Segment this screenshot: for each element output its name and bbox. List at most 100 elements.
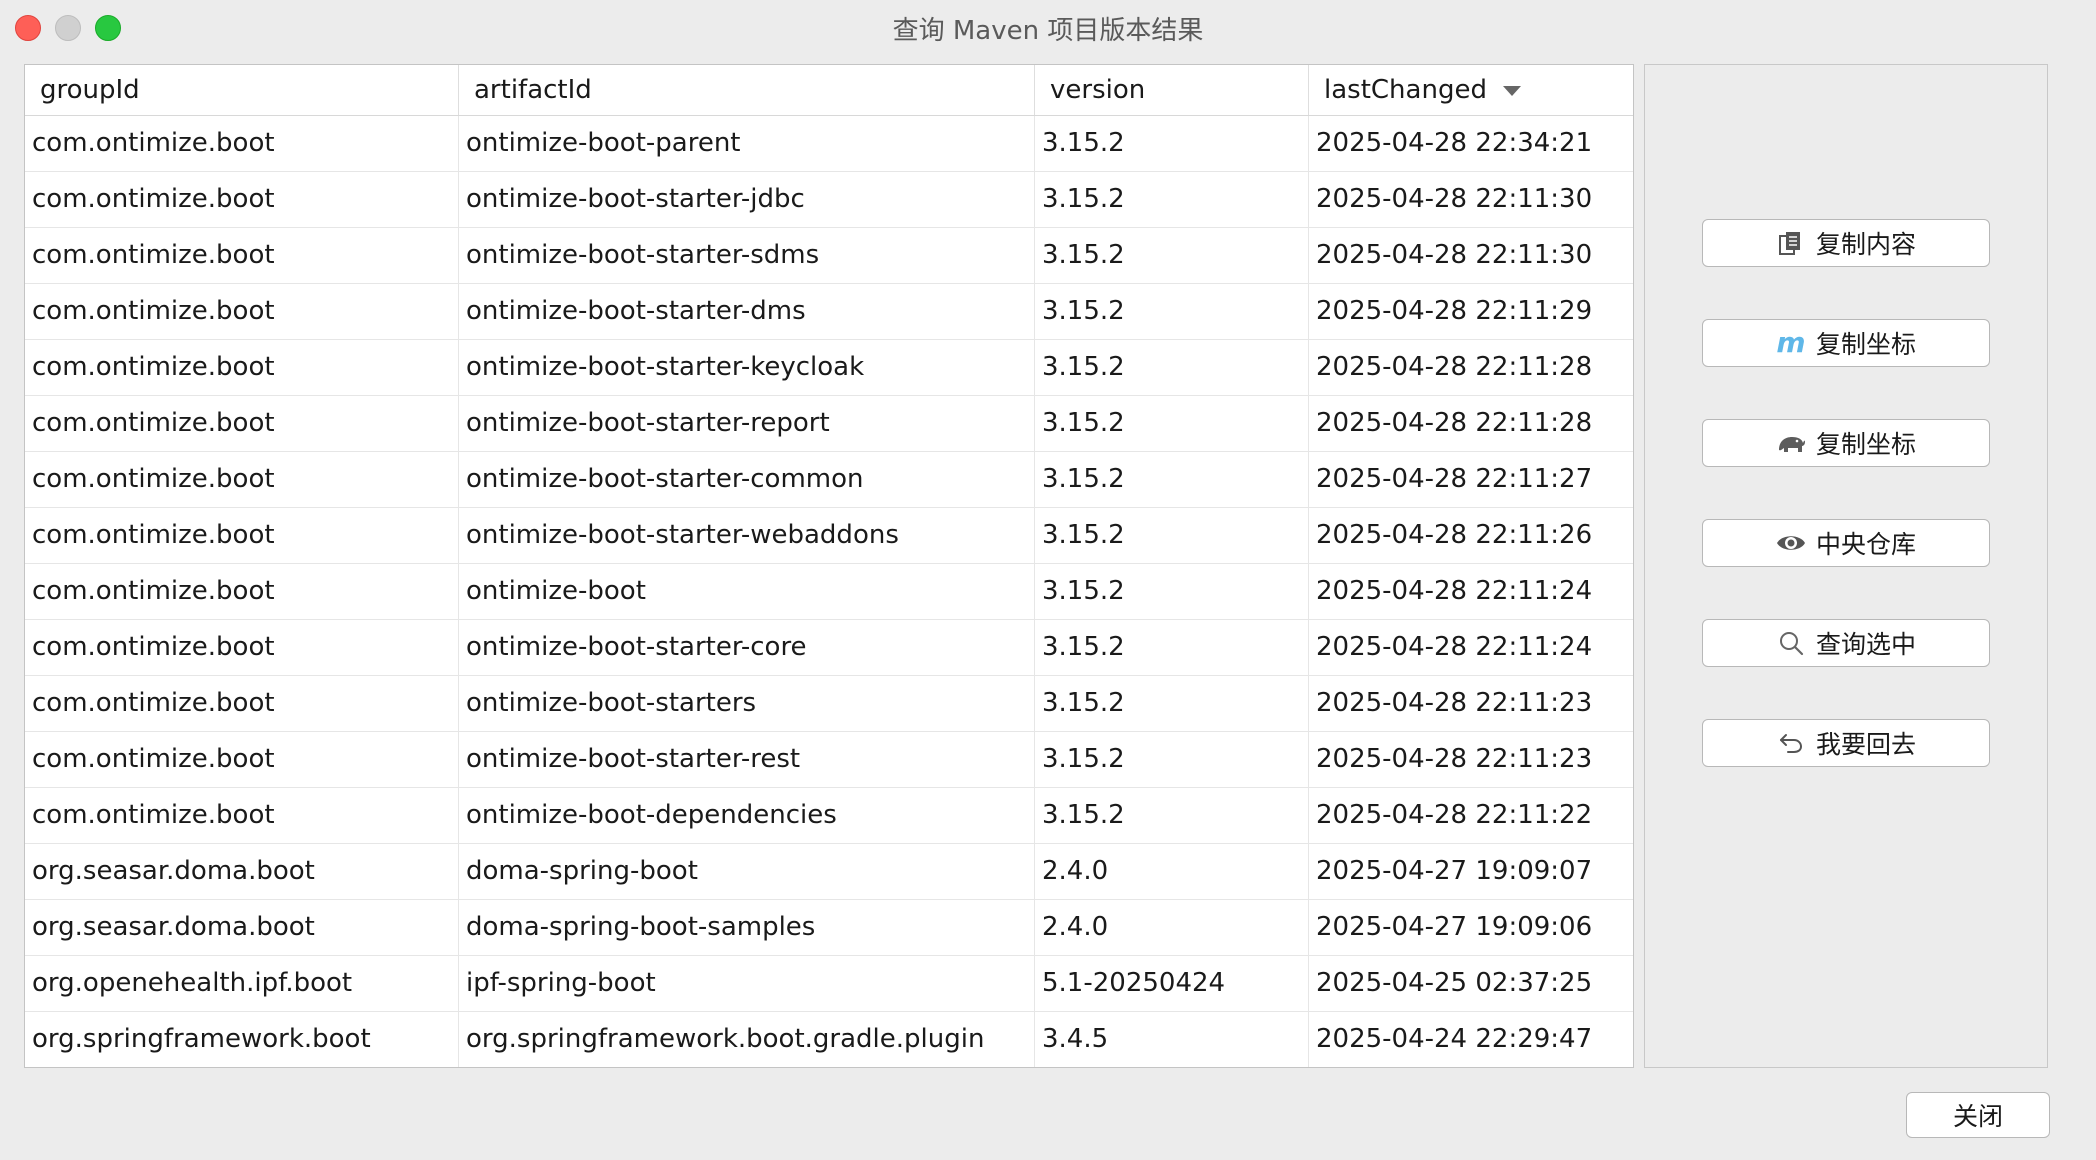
cell-artifactid: ontimize-boot-starter-common [459,452,1035,507]
table-row[interactable]: com.ontimize.boot ontimize-boot-starter-r… [25,396,1633,452]
cell-groupid: com.ontimize.boot [25,396,459,451]
cell-artifactid: ontimize-boot-starter-webaddons [459,508,1035,563]
table-row[interactable]: org.seasar.doma.boot doma-spring-boot 2.4.… [25,844,1633,900]
column-header-label: groupId [40,75,140,105]
cell-version: 3.4.5 [1035,1012,1309,1067]
table-row[interactable]: org.springframework.boot org.springframew… [25,1012,1633,1067]
button-label: 复制内容 [1815,230,1916,259]
column-header-label: version [1050,75,1146,105]
cell-lastchanged: 2025-04-28 22:11:23 [1316,744,1593,774]
cell-lastchanged: 2025-04-24 22:29:47 [1316,1024,1593,1054]
copy-content-button[interactable]: 复制内容 [1702,219,1990,267]
button-label: 复制坐标 [1815,430,1916,459]
maven-m-icon: m [1776,328,1806,358]
cell-groupid: com.ontimize.boot [25,340,459,395]
cell-version: 3.15.2 [1035,396,1309,451]
cell-artifactid: ontimize-boot-starter-jdbc [459,172,1035,227]
cell-groupid: com.ontimize.boot [25,732,459,787]
cell-artifactid: ontimize-boot-starter-sdms [459,228,1035,283]
cell-version: 2.4.0 [1035,900,1309,955]
copy-maven-coordinates-button[interactable]: m 复制坐标 [1702,319,1990,367]
search-icon [1776,628,1806,658]
cell-lastchanged: 2025-04-28 22:11:27 [1316,464,1593,494]
cell-lastchanged: 2025-04-28 22:11:23 [1316,688,1593,718]
search-selected-button[interactable]: 查询选中 [1702,619,1990,667]
cell-version: 3.15.2 [1035,676,1309,731]
cell-artifactid: doma-spring-boot-samples [459,900,1035,955]
table-row[interactable]: com.ontimize.boot ontimize-boot-starter-c… [25,452,1633,508]
cell-groupid: com.ontimize.boot [25,284,459,339]
gradle-elephant-icon [1776,428,1806,458]
cell-version: 3.15.2 [1035,620,1309,675]
cell-version: 3.15.2 [1035,340,1309,395]
cell-lastchanged: 2025-04-28 22:11:28 [1316,352,1593,382]
sort-descending-icon [1502,85,1521,96]
cell-version: 3.15.2 [1035,788,1309,843]
table-row[interactable]: com.ontimize.boot ontimize-boot-starter-j… [25,172,1633,228]
table-body: com.ontimize.boot ontimize-boot-parent 3.1… [25,116,1633,1067]
cell-lastchanged: 2025-04-27 19:09:07 [1316,856,1593,886]
table-row[interactable]: com.ontimize.boot ontimize-boot-starter-k… [25,340,1633,396]
cell-artifactid: ontimize-boot-starter-keycloak [459,340,1035,395]
cell-groupid: org.openehealth.ipf.boot [25,956,459,1011]
column-header-groupid[interactable]: groupId [25,65,459,115]
table-row[interactable]: com.ontimize.boot ontimize-boot-starter-d… [25,284,1633,340]
copy-icon [1776,228,1806,258]
cell-lastchanged: 2025-04-28 22:11:30 [1316,240,1593,270]
table-row[interactable]: org.openehealth.ipf.boot ipf-spring-boot 5… [25,956,1633,1012]
column-header-artifactid[interactable]: artifactId [459,65,1035,115]
cell-artifactid: ontimize-boot-dependencies [459,788,1035,843]
cell-groupid: org.seasar.doma.boot [25,900,459,955]
cell-groupid: com.ontimize.boot [25,564,459,619]
table-row[interactable]: com.ontimize.boot ontimize-boot-parent 3.1… [25,116,1633,172]
cell-groupid: com.ontimize.boot [25,228,459,283]
cell-version: 3.15.2 [1035,116,1309,171]
table-row[interactable]: com.ontimize.boot ontimize-boot-starter-w… [25,508,1633,564]
cell-lastchanged: 2025-04-28 22:11:24 [1316,632,1593,662]
eye-icon [1776,528,1806,558]
close-button[interactable]: 关闭 [1906,1092,2050,1138]
cell-version: 3.15.2 [1035,452,1309,507]
cell-groupid: com.ontimize.boot [25,508,459,563]
cell-artifactid: ontimize-boot-parent [459,116,1035,171]
cell-lastchanged: 2025-04-28 22:34:21 [1316,128,1593,158]
column-header-version[interactable]: version [1035,65,1309,115]
cell-artifactid: ontimize-boot-starter-dms [459,284,1035,339]
cell-lastchanged: 2025-04-27 19:09:06 [1316,912,1593,942]
cell-version: 3.15.2 [1035,228,1309,283]
table-row[interactable]: org.seasar.doma.boot doma-spring-boot-sam… [25,900,1633,956]
column-header-label: lastChanged [1324,75,1487,105]
copy-gradle-coordinates-button[interactable]: 复制坐标 [1702,419,1990,467]
go-back-button[interactable]: 我要回去 [1702,719,1990,767]
cell-artifactid: ontimize-boot-starter-report [459,396,1035,451]
table-header: groupId artifactId version lastChanged [25,65,1633,116]
cell-groupid: org.seasar.doma.boot [25,844,459,899]
button-label: 查询选中 [1815,630,1916,659]
cell-version: 5.1-20250424 [1035,956,1309,1011]
cell-artifactid: ontimize-boot-starter-core [459,620,1035,675]
action-panel: 复制内容 m 复制坐标 复制坐标 中央仓库 查询选中 我要回去 [1644,64,2048,1068]
cell-artifactid: ipf-spring-boot [459,956,1035,1011]
window-title: 查询 Maven 项目版本结果 [892,16,1204,46]
table-row[interactable]: com.ontimize.boot ontimize-boot-starter-s… [25,228,1633,284]
table-row[interactable]: com.ontimize.boot ontimize-boot-starters 3… [25,676,1633,732]
table-row[interactable]: com.ontimize.boot ontimize-boot-starter-r… [25,732,1633,788]
cell-artifactid: ontimize-boot [459,564,1035,619]
cell-groupid: com.ontimize.boot [25,172,459,227]
cell-groupid: com.ontimize.boot [25,676,459,731]
button-label: 复制坐标 [1815,330,1916,359]
central-repository-button[interactable]: 中央仓库 [1702,519,1990,567]
cell-version: 3.15.2 [1035,284,1309,339]
table-row[interactable]: com.ontimize.boot ontimize-boot 3.15.2 2025… [25,564,1633,620]
button-label: 中央仓库 [1815,530,1916,559]
results-table: groupId artifactId version lastChanged c… [24,64,1634,1068]
cell-lastchanged: 2025-04-28 22:11:22 [1316,800,1593,830]
cell-groupid: com.ontimize.boot [25,788,459,843]
table-row[interactable]: com.ontimize.boot ontimize-boot-dependenc… [25,788,1633,844]
button-label: 我要回去 [1815,730,1916,759]
column-header-lastchanged[interactable]: lastChanged [1309,65,1633,115]
dialog-window: 查询 Maven 项目版本结果 groupId artifactId versi… [0,0,2096,1160]
cell-artifactid: org.springframework.boot.gradle.plugin [459,1012,1035,1067]
table-row[interactable]: com.ontimize.boot ontimize-boot-starter-c… [25,620,1633,676]
cell-lastchanged: 2025-04-28 22:11:24 [1316,576,1593,606]
